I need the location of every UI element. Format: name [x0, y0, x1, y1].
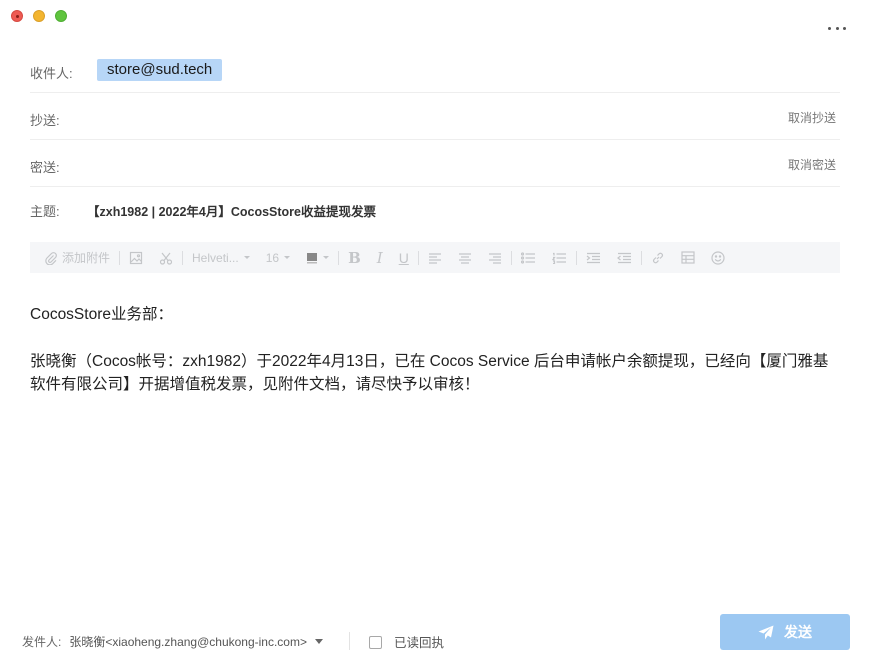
- toolbar-divider: [338, 250, 340, 265]
- font-family-select[interactable]: Helveti...: [192, 242, 250, 273]
- insert-emoji-button[interactable]: [711, 242, 725, 273]
- image-icon: [129, 251, 143, 264]
- insert-table-button[interactable]: [681, 242, 695, 273]
- align-left-button[interactable]: [428, 242, 442, 273]
- toolbar-divider: [575, 250, 577, 265]
- chevron-down-icon: [323, 256, 330, 259]
- align-right-button[interactable]: [488, 242, 502, 273]
- compose-footer: 发件人: 张晓衡<xiaoheng.zhang@chukong-inc.com>…: [22, 630, 444, 652]
- chevron-down-icon: [243, 256, 250, 259]
- link-icon: [652, 252, 663, 263]
- toolbar-divider: [510, 250, 512, 265]
- bold-button[interactable]: B: [348, 242, 361, 273]
- minimize-window-button[interactable]: [33, 10, 45, 22]
- more-horizontal-icon[interactable]: [828, 22, 846, 34]
- insert-link-button[interactable]: [651, 242, 665, 273]
- text-color-icon: [307, 252, 318, 263]
- font-family-value: Helveti...: [192, 250, 239, 265]
- close-window-button[interactable]: [11, 10, 23, 22]
- cancel-bcc-link[interactable]: 取消密送: [788, 156, 836, 173]
- to-row: 收件人: store@sud.tech: [30, 48, 840, 93]
- subject-field[interactable]: 【zxh1982 | 2022年4月】CocosStore收益提现发票: [87, 201, 376, 220]
- message-paragraph: 张晓衡（Cocos帐号：zxh1982）于2022年4月13日，已在 Cocos…: [30, 353, 829, 393]
- table-icon: [681, 251, 695, 264]
- toolbar-divider: [640, 250, 642, 265]
- smiley-icon: [711, 250, 725, 265]
- toolbar-divider: [182, 250, 184, 265]
- font-size-value: 16: [265, 250, 280, 265]
- bcc-label: 密送:: [30, 160, 60, 175]
- underline-button[interactable]: U: [399, 242, 409, 273]
- insert-image-button[interactable]: [129, 242, 143, 273]
- cc-label: 抄送:: [30, 113, 60, 128]
- footer-divider: [349, 632, 350, 650]
- chevron-down-icon: [284, 256, 291, 259]
- indent-button[interactable]: [586, 242, 601, 273]
- subject-row: 主题: 【zxh1982 | 2022年4月】CocosStore收益提现发票: [30, 187, 840, 229]
- align-center-button[interactable]: [458, 242, 472, 273]
- outdent-icon: [616, 252, 631, 263]
- paperclip-icon: [45, 251, 57, 265]
- indent-icon: [586, 252, 600, 263]
- bcc-row: 密送: 取消密送: [30, 140, 840, 187]
- chevron-down-icon[interactable]: [315, 638, 323, 644]
- attach-button[interactable]: 添加附件: [44, 242, 110, 273]
- bullet-list-icon: [520, 251, 535, 264]
- align-center-icon: [458, 252, 471, 264]
- text-color-select[interactable]: [306, 242, 330, 273]
- to-label: 收件人:: [30, 66, 73, 81]
- numbered-list-button[interactable]: [551, 242, 567, 273]
- recipient-chip[interactable]: store@sud.tech: [97, 59, 223, 81]
- sender-label: 发件人:: [22, 634, 62, 649]
- italic-button[interactable]: I: [377, 242, 383, 273]
- numbered-list-icon: [551, 252, 566, 264]
- scissors-icon: [159, 252, 173, 265]
- window-controls: [11, 10, 67, 22]
- toolbar-divider: [119, 250, 121, 265]
- read-receipt-checkbox[interactable]: [369, 636, 382, 649]
- send-label: 发送: [784, 624, 812, 640]
- align-left-icon: [428, 252, 441, 264]
- greeting-text: CocosStore业务部：: [30, 306, 173, 323]
- sender-select[interactable]: 张晓衡<xiaoheng.zhang@chukong-inc.com>: [69, 633, 307, 650]
- outdent-button[interactable]: [616, 242, 632, 273]
- attach-label: 添加附件: [62, 251, 111, 265]
- send-button[interactable]: 发送: [720, 614, 850, 650]
- read-receipt-label: 已读回执: [394, 635, 445, 650]
- editor-toolbar: 添加附件 Helveti... 16 B I U: [30, 242, 840, 273]
- align-right-icon: [488, 252, 501, 264]
- paper-plane-icon: [758, 625, 774, 639]
- toolbar-divider: [417, 250, 419, 265]
- subject-label: 主题:: [30, 204, 60, 219]
- zoom-window-button[interactable]: [55, 10, 67, 22]
- message-body[interactable]: CocosStore业务部： 张晓衡（Cocos帐号：zxh1982）于2022…: [30, 304, 840, 396]
- screenshot-button[interactable]: [159, 242, 173, 273]
- cancel-cc-link[interactable]: 取消抄送: [788, 109, 836, 126]
- font-size-select[interactable]: 16: [265, 242, 291, 273]
- bullet-list-button[interactable]: [520, 242, 536, 273]
- cc-row: 抄送: 取消抄送: [30, 93, 840, 140]
